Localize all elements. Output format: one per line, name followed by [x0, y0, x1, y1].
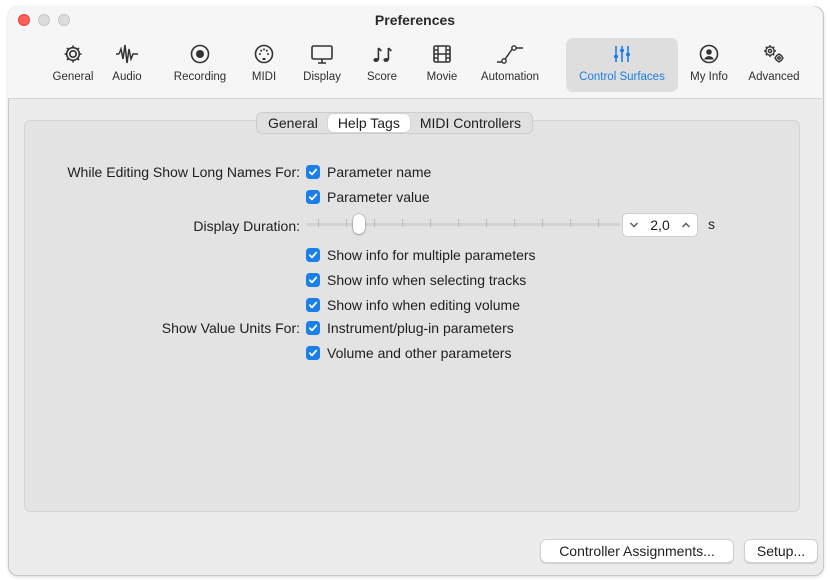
toolbar-item-label: Display [303, 71, 341, 83]
long-names-label: While Editing Show Long Names For: [67, 164, 300, 180]
toolbar-item-label: General [52, 71, 94, 83]
toolbar-item-label: My Info [690, 71, 728, 83]
toolbar-item-movie[interactable]: Movie [420, 38, 464, 92]
display-duration-stepper[interactable]: 2,0 [622, 213, 698, 237]
instrument-parameters-checkbox[interactable] [306, 321, 320, 335]
checkmark-icon [308, 324, 318, 332]
record-icon [189, 38, 211, 70]
setup-button[interactable]: Setup... [744, 539, 818, 563]
toolbar-item-automation[interactable]: Automation [474, 38, 546, 92]
toolbar-item-advanced[interactable]: Advanced [742, 38, 806, 92]
chevron-up-icon[interactable] [681, 221, 691, 229]
toolbar-item-label: Score [366, 71, 398, 83]
tab-midi-controllers[interactable]: MIDI Controllers [410, 114, 531, 132]
toolbar-item-score[interactable]: Score [362, 38, 402, 92]
window-title: Preferences [374, 12, 456, 28]
toolbar-item-audio[interactable]: Audio [106, 38, 148, 92]
parameter-name-checkbox[interactable] [306, 165, 320, 179]
toolbar-item-label: MIDI [251, 71, 277, 83]
tab-general[interactable]: General [258, 114, 328, 132]
toolbar-item-general[interactable]: General [46, 38, 100, 92]
waveform-icon [114, 38, 140, 70]
slider-tick [514, 219, 515, 227]
preferences-toolbar: General Audio Recording MIDI Display Sco… [8, 38, 822, 94]
editing-volume-checkbox[interactable] [306, 298, 320, 312]
checkmark-icon [308, 349, 318, 357]
slider-tick [374, 219, 375, 227]
film-icon [431, 38, 453, 70]
slider-tick [570, 219, 571, 227]
titlebar: Preferences General Audio Recording MIDI… [8, 6, 822, 99]
toolbar-item-display[interactable]: Display [298, 38, 346, 92]
selecting-tracks-label: Show info when selecting tracks [327, 272, 527, 288]
midi-port-icon [253, 38, 275, 70]
slider-tick [430, 219, 431, 227]
volume-parameters-label: Volume and other parameters [327, 345, 512, 361]
parameter-value-checkbox[interactable] [306, 190, 320, 204]
toolbar-item-label: Movie [426, 71, 458, 83]
instrument-parameters-label: Instrument/plug-in parameters [327, 320, 514, 336]
slider-tick [598, 219, 599, 227]
display-duration-unit: s [708, 216, 715, 232]
checkmark-icon [308, 276, 318, 284]
selecting-tracks-checkbox[interactable] [306, 273, 320, 287]
slider-tick [458, 219, 459, 227]
parameter-value-label: Parameter value [327, 189, 430, 205]
slider-tick [486, 219, 487, 227]
toolbar-item-label: Audio [112, 71, 142, 83]
toolbar-item-label: Recording [173, 71, 227, 83]
slider-tick [318, 219, 319, 227]
display-duration-label: Display Duration: [193, 218, 300, 234]
tab-help-tags[interactable]: Help Tags [327, 114, 410, 132]
sliders-icon [611, 38, 633, 70]
monitor-icon [309, 38, 335, 70]
checkmark-icon [308, 168, 318, 176]
parameter-name-label: Parameter name [327, 164, 432, 180]
tab-bar: General Help Tags MIDI Controllers [256, 112, 533, 134]
display-duration-value: 2,0 [650, 217, 670, 233]
checkmark-icon [308, 251, 318, 259]
automation-curve-icon [495, 38, 525, 70]
toolbar-item-control-surfaces[interactable]: Control Surfaces [566, 38, 678, 92]
toolbar-item-label: Advanced [748, 71, 800, 83]
chevron-down-icon[interactable] [629, 221, 639, 229]
editing-volume-label: Show info when editing volume [327, 297, 521, 313]
multiple-parameters-checkbox[interactable] [306, 248, 320, 262]
slider-tick [402, 219, 403, 227]
slider-tick [346, 219, 347, 227]
value-units-label: Show Value Units For: [161, 320, 300, 336]
slider-tick [542, 219, 543, 227]
toolbar-item-label: Automation [480, 71, 540, 83]
gear-icon [62, 38, 84, 70]
checkmark-icon [308, 301, 318, 309]
display-duration-slider-knob[interactable] [353, 214, 366, 234]
multiple-parameters-label: Show info for multiple parameters [327, 247, 536, 263]
toolbar-item-recording[interactable]: Recording [168, 38, 232, 92]
gears-icon [761, 38, 787, 70]
toolbar-item-my-info[interactable]: My Info [684, 38, 734, 92]
music-notes-icon [370, 38, 394, 70]
person-icon [698, 38, 720, 70]
toolbar-item-label: Control Surfaces [579, 71, 665, 83]
toolbar-item-midi[interactable]: MIDI [244, 38, 284, 92]
checkmark-icon [308, 193, 318, 201]
controller-assignments-button[interactable]: Controller Assignments... [540, 539, 734, 563]
volume-parameters-checkbox[interactable] [306, 346, 320, 360]
